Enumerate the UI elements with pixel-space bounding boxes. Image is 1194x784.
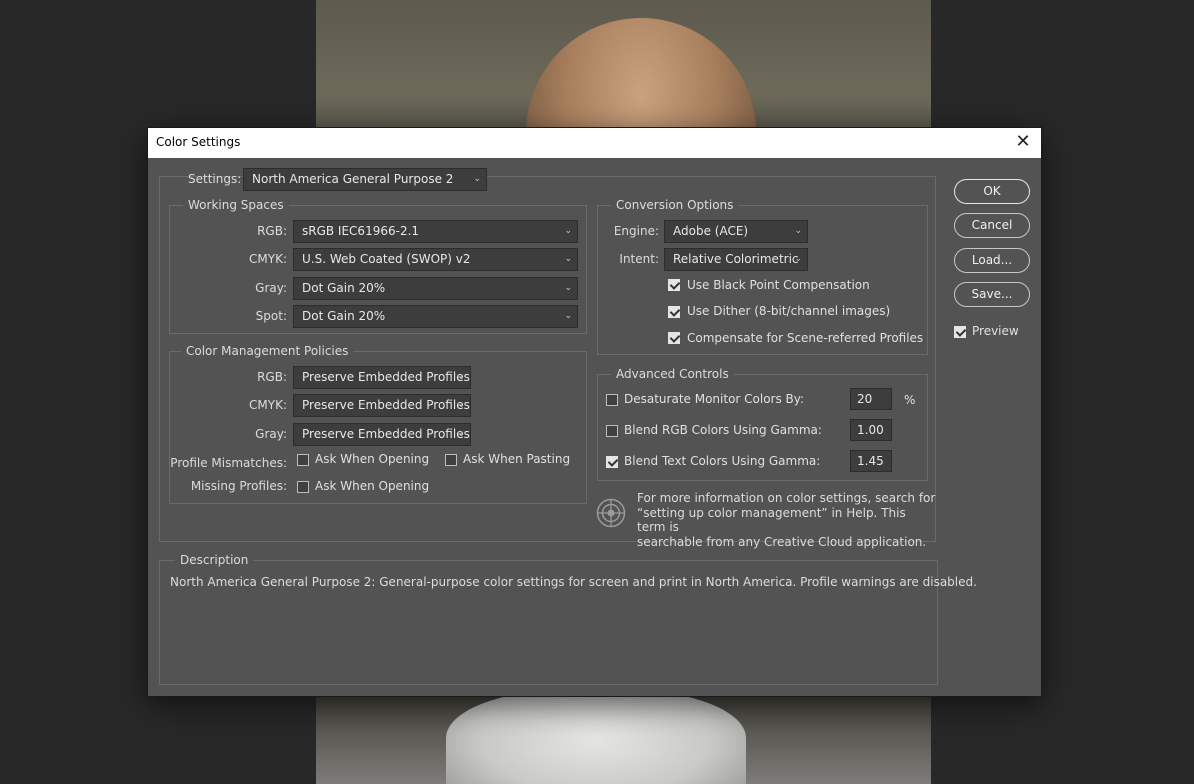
description-text: North America General Purpose 2: General… <box>170 575 977 589</box>
ws-gray-value: Dot Gain 20% <box>302 281 386 295</box>
blend-text-field[interactable]: 1.45 <box>850 450 892 472</box>
blend-text-checkbox[interactable] <box>606 456 618 468</box>
ask-when-pasting-checkbox[interactable] <box>445 454 457 466</box>
ask-when-opening-label: Ask When Opening <box>315 452 430 466</box>
policy-rgb-value: Preserve Embedded Profiles <box>302 370 470 384</box>
intent-label: Intent: <box>619 252 659 266</box>
ws-cmyk-label: CMYK: <box>249 252 287 266</box>
chevron-down-icon: ⌄ <box>457 429 465 439</box>
chevron-down-icon: ⌄ <box>794 226 802 236</box>
photo-scarf <box>446 690 746 784</box>
ws-rgb-label: RGB: <box>257 224 287 238</box>
load-button[interactable]: Load... <box>954 248 1030 273</box>
policies-legend: Color Management Policies <box>181 344 354 358</box>
ask-when-pasting-label: Ask When Pasting <box>463 452 571 466</box>
cancel-button[interactable]: Cancel <box>954 213 1030 238</box>
desaturate-label: Desaturate Monitor Colors By: <box>624 392 805 406</box>
chevron-down-icon: ⌄ <box>564 226 572 236</box>
missing-ask-when-opening-label: Ask When Opening <box>315 479 430 493</box>
engine-value: Adobe (ACE) <box>673 224 749 238</box>
ask-when-opening-checkbox[interactable] <box>297 454 309 466</box>
engine-select[interactable]: Adobe (ACE) ⌄ <box>664 220 808 243</box>
blend-rgb-field[interactable]: 1.00 <box>850 419 892 441</box>
close-icon[interactable]: ✕ <box>1013 132 1033 152</box>
policy-rgb-select[interactable]: Preserve Embedded Profiles ⌄ <box>293 366 471 389</box>
ws-spot-label: Spot: <box>255 309 287 323</box>
ws-gray-label: Gray: <box>255 281 287 295</box>
save-button[interactable]: Save... <box>954 282 1030 307</box>
description-legend: Description <box>175 553 254 567</box>
missing-ask-when-opening-checkbox[interactable] <box>297 481 309 493</box>
policy-gray-value: Preserve Embedded Profiles <box>302 427 470 441</box>
policy-cmyk-value: Preserve Embedded Profiles <box>302 398 470 412</box>
color-wheel-info-icon <box>596 498 626 528</box>
blend-rgb-label: Blend RGB Colors Using Gamma: <box>624 423 822 437</box>
preview-label: Preview <box>972 324 1019 338</box>
working-spaces-legend: Working Spaces <box>183 198 289 212</box>
chevron-down-icon: ⌄ <box>473 174 481 184</box>
policy-cmyk-select[interactable]: Preserve Embedded Profiles ⌄ <box>293 394 471 417</box>
chevron-down-icon: ⌄ <box>564 283 572 293</box>
settings-value: North America General Purpose 2 <box>252 172 454 186</box>
scene-referred-checkbox[interactable] <box>668 332 680 344</box>
desaturate-field[interactable]: 20 <box>850 388 892 410</box>
black-point-label: Use Black Point Compensation <box>687 278 870 292</box>
color-settings-dialog: Color Settings ✕ Settings: North America… <box>148 128 1041 696</box>
ws-cmyk-value: U.S. Web Coated (SWOP) v2 <box>302 252 471 266</box>
ws-gray-select[interactable]: Dot Gain 20% ⌄ <box>293 277 578 300</box>
chevron-down-icon: ⌄ <box>564 311 572 321</box>
desaturate-checkbox[interactable] <box>606 394 618 406</box>
intent-select[interactable]: Relative Colorimetric ⌄ <box>664 248 808 271</box>
ws-cmyk-select[interactable]: U.S. Web Coated (SWOP) v2 ⌄ <box>293 248 578 271</box>
info-text: For more information on color settings, … <box>637 491 937 549</box>
chevron-down-icon: ⌄ <box>457 372 465 382</box>
preview-checkbox[interactable] <box>954 326 966 338</box>
blend-text-label: Blend Text Colors Using Gamma: <box>624 454 821 468</box>
settings-label: Settings: <box>188 172 242 186</box>
conversion-legend: Conversion Options <box>611 198 739 212</box>
info-line-2: “setting up color management” in Help. T… <box>637 505 906 535</box>
policy-gray-label: Gray: <box>255 427 287 441</box>
desaturate-unit: % <box>904 393 916 407</box>
engine-label: Engine: <box>613 224 659 238</box>
info-line-1: For more information on color settings, … <box>637 491 936 505</box>
missing-profiles-label: Missing Profiles: <box>190 479 287 493</box>
chevron-down-icon: ⌄ <box>564 254 572 264</box>
intent-value: Relative Colorimetric <box>673 252 799 266</box>
advanced-legend: Advanced Controls <box>611 367 734 381</box>
chevron-down-icon: ⌄ <box>794 254 802 264</box>
dialog-titlebar: Color Settings ✕ <box>148 128 1041 158</box>
policy-gray-select[interactable]: Preserve Embedded Profiles ⌄ <box>293 423 471 446</box>
policy-cmyk-label: CMYK: <box>249 398 287 412</box>
info-line-3: searchable from any Creative Cloud appli… <box>637 534 927 549</box>
ws-spot-value: Dot Gain 20% <box>302 309 386 323</box>
ws-rgb-value: sRGB IEC61966-2.1 <box>302 224 420 238</box>
blend-rgb-checkbox[interactable] <box>606 425 618 437</box>
scene-referred-label: Compensate for Scene-referred Profiles <box>687 331 924 345</box>
black-point-checkbox[interactable] <box>668 279 680 291</box>
policy-rgb-label: RGB: <box>257 370 287 384</box>
chevron-down-icon: ⌄ <box>457 400 465 410</box>
dither-label: Use Dither (8-bit/channel images) <box>687 304 891 318</box>
settings-select[interactable]: North America General Purpose 2 ⌄ <box>243 168 487 191</box>
dither-checkbox[interactable] <box>668 306 680 318</box>
ws-spot-select[interactable]: Dot Gain 20% ⌄ <box>293 305 578 328</box>
ok-button[interactable]: OK <box>954 179 1030 204</box>
ws-rgb-select[interactable]: sRGB IEC61966-2.1 ⌄ <box>293 220 578 243</box>
dialog-title: Color Settings <box>156 135 241 149</box>
profile-mismatches-label: Profile Mismatches: <box>170 456 287 470</box>
